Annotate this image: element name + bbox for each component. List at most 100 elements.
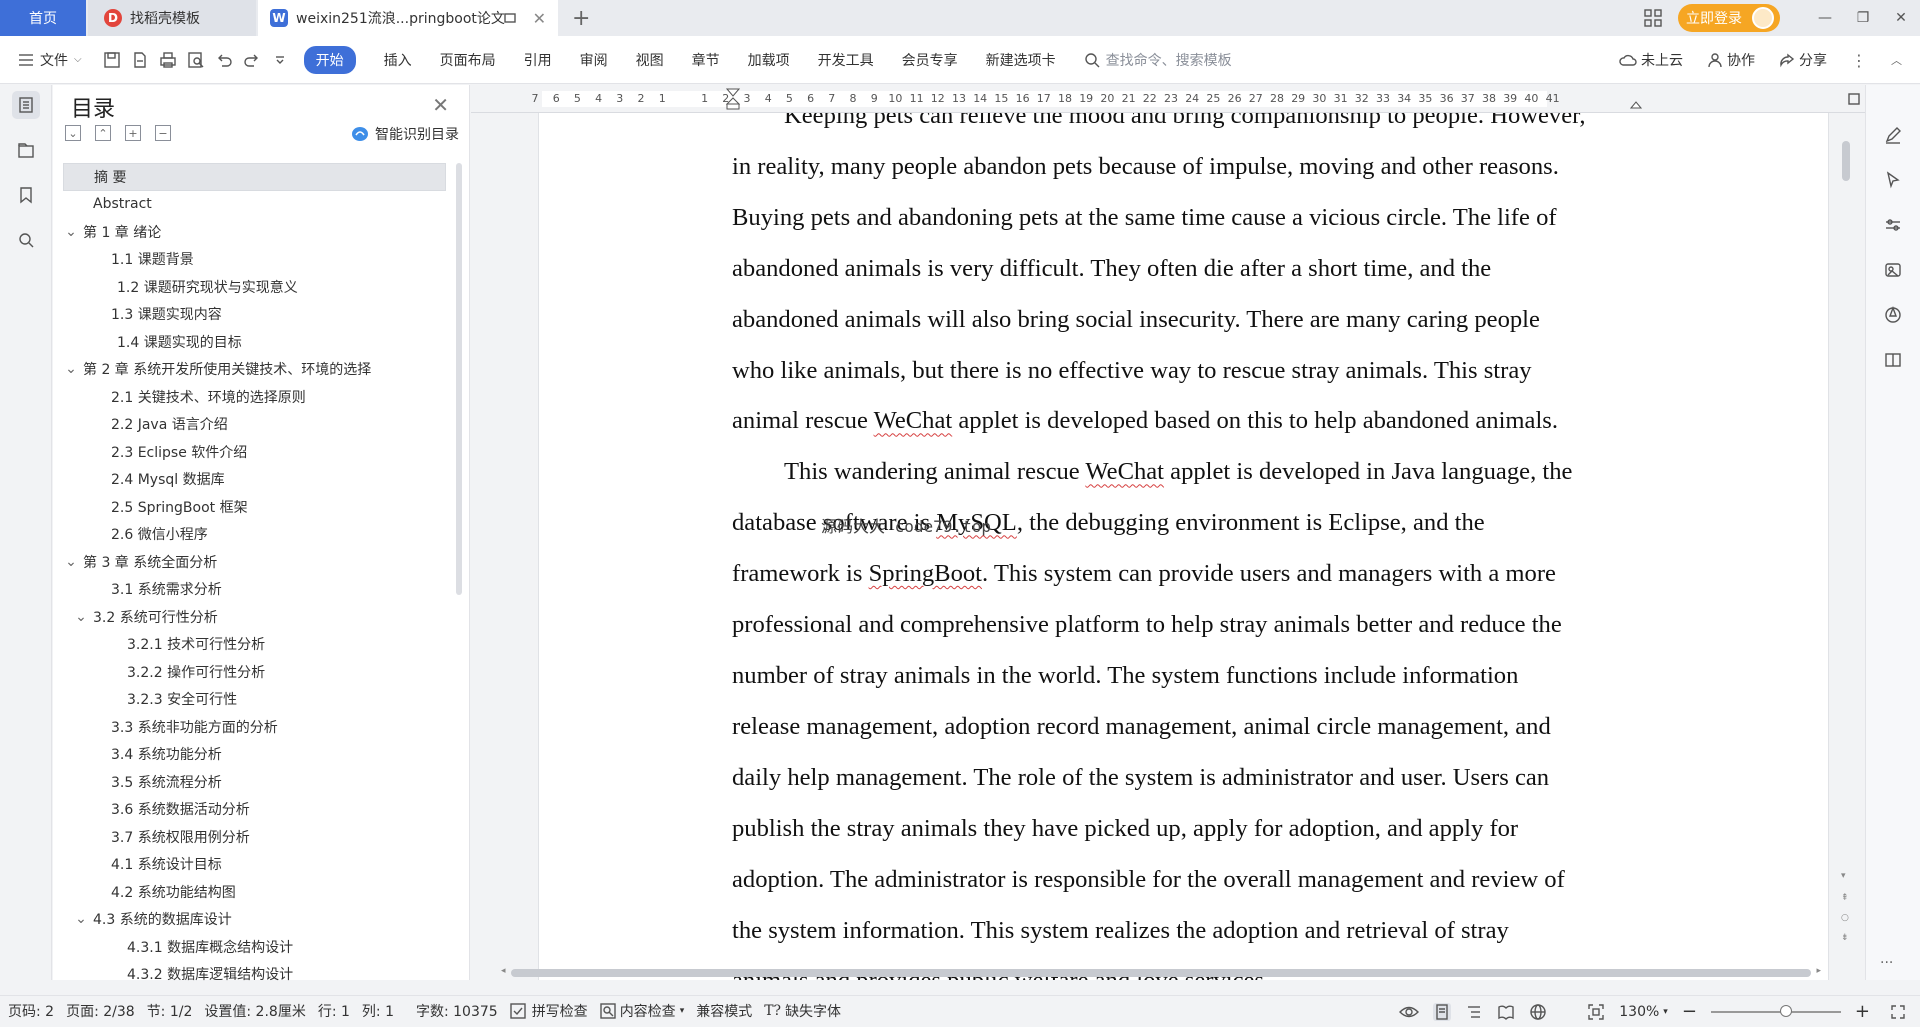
document-body[interactable]: Keeping pets can relieve the mood and br… (732, 113, 1586, 980)
chevron-down-icon[interactable]: ⌄ (63, 224, 79, 240)
toc-item[interactable]: 3.2.1 技术可行性分析 (63, 631, 446, 659)
reading-view-icon[interactable] (1497, 1003, 1515, 1021)
toc-item[interactable]: 3.1 系统需求分析 (63, 576, 446, 604)
missing-fonts-button[interactable]: T? 缺失字体 (764, 1001, 841, 1021)
horizontal-scrollbar[interactable]: ◂ ▸ (501, 966, 1821, 980)
chevron-down-icon[interactable]: ⌄ (73, 609, 89, 625)
more-options-icon[interactable]: ⋮ (1851, 51, 1867, 70)
collaborate-button[interactable]: 协作 (1707, 50, 1755, 70)
toc-item[interactable]: 3.5 系统流程分析 (63, 768, 446, 796)
status-section[interactable]: 节: 1/2 (147, 1001, 193, 1021)
right-indent-marker-icon[interactable] (1630, 97, 1642, 109)
tab-view[interactable]: 视图 (636, 50, 664, 70)
ruler-toggle-icon[interactable] (1848, 93, 1860, 105)
page-view-icon[interactable] (1433, 1002, 1452, 1021)
toc-item[interactable]: ⌄ 第 2 章 系统开发所使用关键技术、环境的选择 (63, 356, 446, 384)
minimize-icon[interactable]: — (1806, 0, 1844, 36)
new-tab-icon[interactable]: + (572, 6, 590, 31)
toc-item[interactable]: 3.2.3 安全可行性 (63, 686, 446, 714)
content-check-button[interactable]: 内容检查 ▾ (599, 1001, 684, 1021)
toc-panel-icon[interactable] (12, 91, 40, 119)
toc-item[interactable]: 1.4 课题实现的目标 (63, 328, 446, 356)
smart-toc-button[interactable]: 智能识别目录 (351, 124, 459, 144)
chevron-down-icon[interactable]: ⌄ (63, 361, 79, 377)
toc-item[interactable]: ⌄ 4.3 系统的数据库设计 (63, 906, 446, 934)
close-icon[interactable]: ✕ (432, 93, 449, 117)
chevron-down-icon[interactable]: ⌄ (73, 911, 89, 927)
browse-object-icon[interactable]: ○ (1841, 913, 1849, 923)
web-view-icon[interactable] (1529, 1003, 1547, 1021)
redo-icon[interactable] (238, 51, 266, 69)
chevron-down-icon[interactable]: ⌄ (63, 554, 79, 570)
toc-scrollbar[interactable] (456, 163, 462, 595)
zoom-level-dropdown[interactable]: 130% ▾ (1619, 1004, 1668, 1020)
print-icon[interactable] (154, 51, 182, 69)
tab-home-ribbon[interactable]: 开始 (303, 45, 356, 74)
select-cursor-icon[interactable] (1881, 168, 1905, 192)
fullscreen-icon[interactable] (1890, 1004, 1906, 1020)
horizontal-ruler[interactable]: 7 6 5 4 3 2 1 1 2 3 4 5 6 7 8 9 10 11 12 13 14 15 16 17 18 19 20 21… (471, 85, 1865, 113)
text-line[interactable]: release management, adoption record mana… (732, 702, 1551, 753)
scroll-down-icon[interactable]: ▾ (1841, 871, 1846, 881)
fit-page-icon[interactable] (1587, 1003, 1605, 1021)
customize-toolbar-icon[interactable] (266, 54, 294, 66)
status-page-number[interactable]: 页码: 2 (8, 1001, 54, 1021)
toc-item[interactable]: 3.6 系统数据活动分析 (63, 796, 446, 824)
cloud-status[interactable]: 未上云 (1619, 50, 1683, 70)
chapter-navigation-icon[interactable] (12, 136, 40, 164)
toc-item[interactable]: 2.4 Mysql 数据库 (63, 466, 446, 494)
toc-item[interactable]: 摘 要 (63, 163, 446, 191)
text-line[interactable]: who like animals, but there is no effect… (732, 346, 1532, 397)
tab-membership[interactable]: 会员专享 (902, 50, 958, 70)
tab-close-icon[interactable]: ✕ (533, 9, 546, 28)
tab-template-store[interactable]: D 找稻壳模板 (88, 0, 256, 36)
toc-item[interactable]: 4.3.1 数据库概念结构设计 (63, 933, 446, 961)
toc-item[interactable]: 2.6 微信小程序 (63, 521, 446, 549)
tab-references[interactable]: 引用 (524, 50, 552, 70)
spell-check-button[interactable]: 拼写检查 (509, 1001, 588, 1021)
add-heading-icon[interactable]: + (125, 125, 141, 141)
text-line[interactable]: daily help management. The role of the s… (732, 753, 1549, 804)
edit-pen-icon[interactable] (1881, 123, 1905, 147)
toc-item[interactable]: 1.2 课题研究现状与实现意义 (63, 273, 446, 301)
previous-page-icon[interactable]: ⇞ (1841, 893, 1849, 903)
expand-all-icon[interactable]: ⌄ (65, 125, 81, 141)
adjust-sliders-icon[interactable] (1881, 213, 1905, 237)
export-pdf-icon[interactable] (126, 51, 154, 69)
tab-review[interactable]: 审阅 (580, 50, 608, 70)
status-setting[interactable]: 设置值: 2.8厘米 (204, 1001, 305, 1021)
toc-item[interactable]: 2.1 关键技术、环境的选择原则 (63, 383, 446, 411)
zoom-in-icon[interactable]: + (1855, 1001, 1870, 1022)
status-word-count[interactable]: 字数: 10375 (416, 1001, 498, 1021)
toc-item[interactable]: 1.3 课题实现内容 (63, 301, 446, 329)
command-search[interactable]: 查找命令、搜索模板 (1084, 50, 1284, 70)
text-line[interactable]: number of stray animals in the world. Th… (732, 651, 1518, 702)
document-page[interactable]: Keeping pets can relieve the mood and br… (538, 113, 1829, 980)
find-icon[interactable] (12, 226, 40, 254)
toc-item[interactable]: Abstract (63, 191, 446, 219)
tab-section[interactable]: 章节 (692, 50, 720, 70)
zoom-slider[interactable] (1710, 1004, 1841, 1017)
text-line[interactable]: This wandering animal rescue WeChat appl… (732, 447, 1572, 498)
next-page-icon[interactable]: ⇟ (1841, 933, 1849, 943)
print-preview-icon[interactable] (182, 51, 210, 69)
tab-home[interactable]: 首页 (0, 0, 86, 36)
toc-item[interactable]: ⌄ 第 3 章 系统全面分析 (63, 548, 446, 576)
zoom-out-icon[interactable]: − (1682, 1001, 1697, 1022)
file-menu[interactable]: 文件 ⌵ (18, 50, 82, 70)
login-button[interactable]: 立即登录 (1678, 4, 1780, 32)
text-line[interactable]: Buying pets and abandoning pets at the s… (732, 193, 1557, 244)
tab-insert[interactable]: 插入 (384, 50, 412, 70)
collapse-ribbon-icon[interactable]: ︿ (1891, 52, 1902, 68)
more-tools-icon[interactable]: ··· (1880, 955, 1893, 971)
bookmark-icon[interactable] (12, 181, 40, 209)
toc-item[interactable]: 4.1 系统设计目标 (63, 851, 446, 879)
toc-item[interactable]: 2.3 Eclipse 软件介绍 (63, 438, 446, 466)
text-line[interactable]: Keeping pets can relieve the mood and br… (732, 113, 1586, 142)
text-line[interactable]: framework is SpringBoot. This system can… (732, 549, 1556, 600)
save-icon[interactable] (98, 51, 126, 69)
zoom-slider-knob[interactable] (1780, 1004, 1793, 1017)
scroll-right-icon[interactable]: ▸ (1816, 966, 1821, 976)
undo-icon[interactable] (210, 51, 238, 69)
compat-mode[interactable]: 兼容模式 (696, 1001, 752, 1021)
